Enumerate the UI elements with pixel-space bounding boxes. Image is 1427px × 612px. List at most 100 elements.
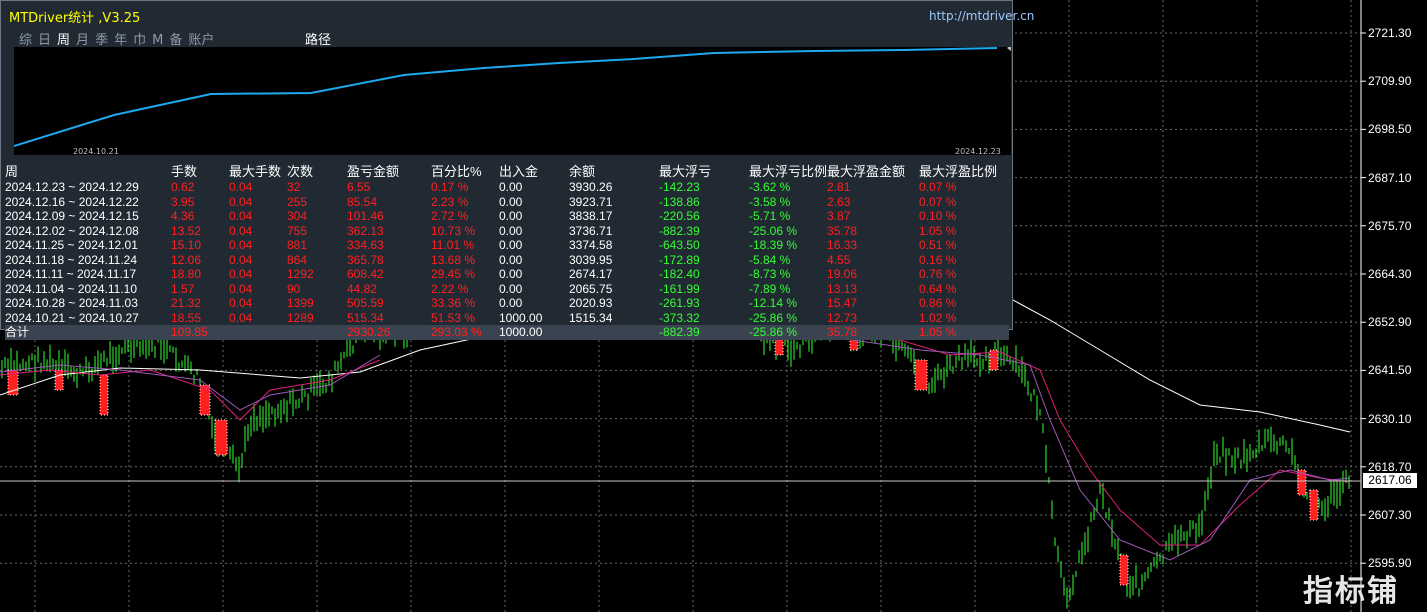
column-header: 次数 bbox=[287, 164, 314, 179]
trade-marker bbox=[914, 359, 928, 391]
table-cell: 255 bbox=[287, 194, 308, 209]
table-cell: -182.40 bbox=[659, 267, 700, 281]
table-cell: 11.01 % bbox=[431, 238, 475, 252]
table-cell: 0.04 bbox=[229, 194, 253, 209]
table-cell: -172.89 bbox=[659, 252, 700, 267]
price-axis-label: 2641.50 bbox=[1368, 363, 1412, 378]
tab-0[interactable]: 综 bbox=[19, 33, 32, 48]
table-cell: 12.73 bbox=[827, 310, 858, 325]
price-axis-label: 2675.70 bbox=[1368, 218, 1412, 233]
table-cell: 0.07 % bbox=[919, 194, 957, 209]
table-cell: 3923.71 bbox=[569, 194, 613, 209]
table-cell: 4.36 bbox=[171, 209, 195, 223]
table-cell: 0.04 bbox=[229, 296, 253, 310]
table-cell: 12.06 bbox=[171, 252, 202, 267]
table-cell: 1000.00 bbox=[499, 310, 543, 325]
table-cell: 0.04 bbox=[229, 252, 253, 267]
table-cell: 19.06 bbox=[827, 267, 858, 281]
period-tabs: 综日周月季年巾 M 备账户 bbox=[19, 29, 220, 48]
price-axis-label: 2630.10 bbox=[1368, 411, 1412, 426]
table-cell: 0.62 bbox=[171, 180, 195, 194]
table-row: 2024.12.02 ~ 2024.12.08 13.52 0.04 755 362.1… bbox=[5, 224, 1009, 239]
column-header: 最大浮亏比例 bbox=[749, 164, 828, 179]
table-row: 2024.10.28 ~ 2024.11.03 21.32 0.04 1399 505.… bbox=[5, 296, 1009, 311]
tab-6[interactable]: 巾 bbox=[133, 33, 146, 48]
table-cell: 90 bbox=[287, 281, 301, 296]
tab-8[interactable]: 备 bbox=[169, 33, 182, 48]
tab-7[interactable]: M bbox=[152, 33, 163, 48]
table-cell: 18.80 bbox=[171, 267, 202, 281]
table-row: 2024.10.21 ~ 2024.10.27 18.55 0.04 1289 515.… bbox=[5, 311, 1009, 326]
tab-9[interactable]: 账户 bbox=[188, 33, 214, 48]
tab-4[interactable]: 季 bbox=[95, 33, 108, 48]
table-cell: 2024.11.11 ~ 2024.11.17 bbox=[5, 267, 137, 281]
equity-start-date: 2024.10.21 bbox=[73, 147, 119, 156]
website-link[interactable]: http://mtdriver.cn bbox=[929, 9, 1034, 23]
table-cell: 0.00 bbox=[499, 238, 523, 252]
trade-marker bbox=[1309, 489, 1319, 521]
table-cell: 0.00 bbox=[499, 281, 523, 296]
stats-panel[interactable]: MTDriver统计 ,V3.25 http://mtdriver.cn 综日周… bbox=[0, 0, 1034, 340]
table-cell: 0.04 bbox=[229, 209, 253, 223]
table-cell: 2.81 bbox=[827, 180, 851, 194]
tab-3[interactable]: 月 bbox=[76, 33, 89, 48]
table-cell: -8.73 % bbox=[749, 267, 791, 281]
price-axis-label: 2698.50 bbox=[1368, 122, 1412, 137]
tab-5[interactable]: 年 bbox=[114, 33, 127, 48]
table-cell: 51.53 % bbox=[431, 310, 476, 325]
table-cell: -3.58 % bbox=[749, 194, 791, 209]
moving-average-purple bbox=[0, 337, 1351, 561]
route-button[interactable]: 路径 bbox=[305, 29, 331, 48]
table-cell: -5.71 % bbox=[749, 209, 791, 223]
column-header: 最大浮盈金额 bbox=[827, 164, 906, 179]
table-cell: 1292 bbox=[287, 267, 314, 281]
table-cell: 13.52 bbox=[171, 223, 202, 238]
table-cell: -142.23 bbox=[659, 180, 700, 194]
trade-marker bbox=[99, 374, 109, 416]
column-header: 最大手数 bbox=[229, 164, 282, 179]
table-cell: -12.14 % bbox=[749, 296, 798, 310]
table-cell: 362.13 bbox=[347, 223, 384, 238]
table-row: 2024.12.16 ~ 2024.12.22 3.95 0.04 255 85.54 2… bbox=[5, 195, 1009, 210]
table-cell: 2930.26 bbox=[347, 325, 431, 340]
table-cell: -161.99 bbox=[659, 281, 700, 296]
table-cell: 15.10 bbox=[171, 238, 202, 252]
tab-2[interactable]: 周 bbox=[57, 33, 70, 48]
table-cell: 608.42 bbox=[347, 267, 384, 281]
table-cell: 1399 bbox=[287, 296, 314, 310]
table-cell: 515.34 bbox=[347, 310, 384, 325]
table-cell: 0.00 bbox=[499, 267, 523, 281]
table-cell: 3039.95 bbox=[569, 252, 613, 267]
table-cell: 755 bbox=[287, 223, 308, 238]
table-cell: 18.55 bbox=[171, 310, 202, 325]
table-cell: 1515.34 bbox=[569, 310, 613, 325]
table-cell: 3930.26 bbox=[569, 180, 613, 194]
price-axis-label: 2618.70 bbox=[1368, 459, 1412, 474]
column-header: 盈亏金额 bbox=[347, 164, 400, 179]
table-cell: 0.17 % bbox=[431, 180, 469, 194]
tab-1[interactable]: 日 bbox=[38, 33, 51, 48]
column-header: 百分比% bbox=[431, 164, 482, 179]
table-cell: -7.89 % bbox=[749, 281, 791, 296]
table-row: 2024.11.11 ~ 2024.11.17 18.80 0.04 1292 608.… bbox=[5, 267, 1009, 282]
price-axis-label: 2664.30 bbox=[1368, 267, 1412, 281]
table-cell: 29.45 % bbox=[431, 267, 476, 281]
table-cell bbox=[569, 325, 659, 340]
table-cell: 3.87 bbox=[827, 209, 851, 223]
table-cell: 3374.58 bbox=[569, 238, 613, 252]
table-cell: -643.50 bbox=[659, 238, 700, 252]
table-cell: -18.39 % bbox=[749, 238, 798, 252]
table-cell: 109.85 bbox=[171, 325, 229, 340]
table-cell: -5.84 % bbox=[749, 252, 791, 267]
table-cell: 10.73 % bbox=[431, 223, 476, 238]
price-axis-label: 2652.90 bbox=[1368, 315, 1412, 330]
table-cell: -220.56 bbox=[659, 209, 700, 223]
column-header: 最大浮盈比例 bbox=[919, 164, 998, 179]
table-cell: 0.04 bbox=[229, 281, 253, 296]
table-cell: 0.10 % bbox=[919, 209, 957, 223]
table-cell: 881 bbox=[287, 238, 308, 252]
table-cell: 16.33 bbox=[827, 238, 858, 252]
column-header: 出入金 bbox=[499, 164, 539, 179]
table-cell: 0.86 % bbox=[919, 296, 957, 310]
candlesticks bbox=[1, 329, 1350, 609]
